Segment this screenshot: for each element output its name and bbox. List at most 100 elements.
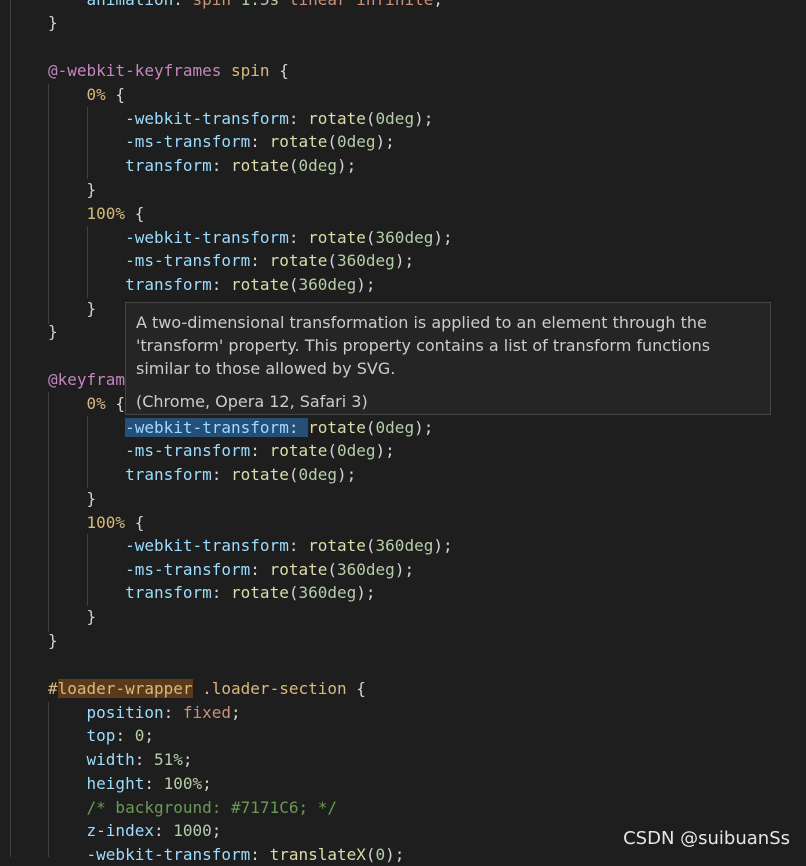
code-line[interactable]: -ms-transform: rotate(360deg); bbox=[48, 558, 414, 581]
code-token: ); bbox=[433, 536, 453, 555]
code-token: -ms-transform bbox=[125, 251, 251, 270]
code-line[interactable]: transform: rotate(0deg); bbox=[48, 154, 356, 177]
code-token: transform bbox=[125, 156, 212, 175]
code-token: 0 bbox=[337, 441, 347, 460]
code-token: 360 bbox=[298, 275, 328, 294]
code-token: deg bbox=[385, 109, 415, 128]
code-line[interactable]: 0% { bbox=[48, 83, 126, 106]
code-token: rotate bbox=[308, 109, 366, 128]
code-token: ; bbox=[182, 750, 193, 769]
code-token: rotate bbox=[308, 536, 366, 555]
code-line[interactable]: } bbox=[48, 297, 97, 320]
code-token: transform bbox=[125, 275, 212, 294]
code-line[interactable]: -webkit-transform: rotate(0deg); bbox=[48, 416, 433, 439]
code-line[interactable]: transform: rotate(360deg); bbox=[48, 273, 375, 296]
code-token: translateX bbox=[269, 845, 366, 864]
code-line[interactable]: -ms-transform: rotate(0deg); bbox=[48, 130, 395, 153]
code-token: 1000 bbox=[173, 821, 212, 840]
code-line[interactable]: 100% { bbox=[48, 511, 145, 534]
code-token: rotate bbox=[231, 465, 289, 484]
code-token: rotate bbox=[231, 156, 289, 175]
code-token: : bbox=[115, 726, 135, 745]
code-line[interactable]: } bbox=[48, 11, 58, 34]
code-line[interactable]: animation: spin 1.5s linear infinite; bbox=[48, 0, 443, 11]
code-line[interactable]: @-webkit-keyframes spin { bbox=[48, 59, 289, 82]
code-token: ); bbox=[375, 441, 395, 460]
code-line[interactable]: } bbox=[48, 605, 97, 628]
code-token: ); bbox=[385, 845, 405, 864]
code-token: 0 bbox=[298, 465, 309, 484]
code-token: : bbox=[173, 0, 192, 9]
code-line[interactable]: -webkit-transform: rotate(0deg); bbox=[48, 107, 433, 130]
code-line[interactable]: @keyfram bbox=[48, 368, 125, 391]
code-line[interactable]: } bbox=[48, 178, 97, 201]
code-token: 360 bbox=[337, 251, 366, 270]
code-token: ( bbox=[365, 109, 376, 128]
code-token: 51% bbox=[153, 750, 183, 769]
code-token: } bbox=[48, 322, 58, 341]
code-token: : bbox=[153, 821, 174, 840]
code-token: loader-wrapper bbox=[57, 679, 193, 698]
code-token: rotate bbox=[269, 441, 328, 460]
code-token: : bbox=[211, 583, 232, 602]
watermark: CSDN @suibuanSs bbox=[623, 828, 790, 849]
code-line[interactable]: } bbox=[48, 629, 58, 652]
code-token: -webkit-transform bbox=[125, 536, 289, 555]
code-token: deg bbox=[365, 251, 395, 270]
code-line[interactable]: -webkit-transform: rotate(360deg); bbox=[48, 534, 453, 557]
code-line[interactable]: -ms-transform: rotate(0deg); bbox=[48, 439, 395, 462]
code-line[interactable]: -ms-transform: rotate(360deg); bbox=[48, 249, 414, 272]
code-line[interactable]: } bbox=[48, 487, 97, 510]
code-token: : bbox=[163, 703, 183, 722]
code-token: : bbox=[250, 845, 270, 864]
code-token: ( bbox=[327, 132, 337, 151]
code-line[interactable]: 0% { bbox=[48, 392, 126, 415]
code-line[interactable]: width: 51%; bbox=[48, 748, 193, 771]
code-line[interactable]: 100% { bbox=[48, 202, 145, 225]
code-line[interactable]: z-index: 1000; bbox=[48, 819, 222, 842]
code-line[interactable]: -webkit-transform: translateX(0); bbox=[48, 843, 405, 866]
code-line[interactable]: transform: rotate(360deg); bbox=[48, 581, 375, 604]
code-token: ); bbox=[394, 251, 415, 270]
code-token: -webkit-transform bbox=[86, 845, 251, 864]
code-token: ( bbox=[365, 418, 376, 437]
code-token: deg bbox=[346, 441, 376, 460]
code-token: -ms-transform bbox=[125, 132, 251, 151]
code-line[interactable]: transform: rotate(0deg); bbox=[48, 463, 356, 486]
code-token: ; bbox=[202, 774, 212, 793]
code-token: rotate bbox=[269, 251, 328, 270]
code-line[interactable]: } bbox=[48, 320, 58, 343]
code-token: transform bbox=[125, 583, 212, 602]
code-token: 0 bbox=[134, 726, 145, 745]
code-token: { bbox=[346, 679, 366, 698]
code-token: 360 bbox=[375, 536, 405, 555]
code-line[interactable]: height: 100%; bbox=[48, 772, 212, 795]
code-token: ( bbox=[365, 845, 376, 864]
code-line[interactable]: position: fixed; bbox=[48, 701, 241, 724]
code-token: 360 bbox=[337, 560, 366, 579]
code-line[interactable]: #loader-wrapper .loader-section { bbox=[48, 677, 366, 700]
code-token: ); bbox=[414, 418, 434, 437]
code-token: } bbox=[48, 180, 97, 199]
code-line[interactable]: top: 0; bbox=[48, 724, 154, 747]
code-token: 0 bbox=[375, 109, 386, 128]
code-token: top bbox=[86, 726, 116, 745]
code-line[interactable]: -webkit-transform: rotate(360deg); bbox=[48, 226, 453, 249]
code-token: : bbox=[288, 109, 309, 128]
code-token: 0 bbox=[298, 156, 309, 175]
code-editor[interactable]: animation: spin 1.5s linear infinite;} @-… bbox=[0, 0, 806, 864]
code-token: deg bbox=[327, 275, 357, 294]
tooltip-browser-support: (Chrome, Opera 12, Safari 3) bbox=[136, 392, 368, 411]
code-line[interactable]: /* background: #7171C6; */ bbox=[48, 796, 337, 819]
code-token: ); bbox=[414, 109, 434, 128]
